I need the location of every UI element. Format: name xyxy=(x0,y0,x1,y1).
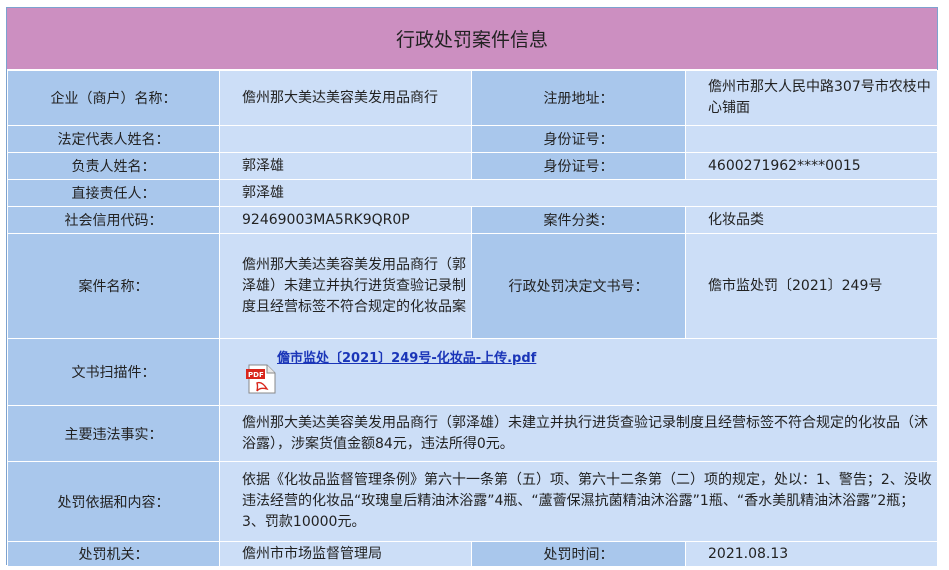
direct-responsible-label: 直接责任人： xyxy=(7,179,220,207)
decision-number-value: 儋市监处罚〔2021〕249号 xyxy=(685,233,938,339)
responsible-person-label: 负责人姓名： xyxy=(7,152,220,180)
pdf-file-icon[interactable]: PDF xyxy=(245,363,281,399)
table-row: 社会信用代码： 92469003MA5RK9QR0P 案件分类： 化妆品类 xyxy=(7,206,938,234)
decision-number-label: 行政处罚决定文书号： xyxy=(471,233,686,339)
table-row: 处罚机关： 儋州市市场监督管理局 处罚时间： 2021.08.13 xyxy=(7,541,938,567)
case-category-value: 化妆品类 xyxy=(685,206,938,234)
id-number-label: 身份证号： xyxy=(471,125,686,153)
page-title: 行政处罚案件信息 xyxy=(7,8,937,70)
table-row: 主要违法事实： 儋州那大美达美容美发用品商行（郭泽雄）未建立并执行进货查验记录制… xyxy=(7,405,938,462)
table-row: 文书扫描件： 儋市监处〔2021〕249号-化妆品-上传.pdf PDF xyxy=(7,338,938,406)
penalty-basis-value: 依据《化妆品监督管理条例》第六十一条第（五）项、第六十二条第（二）项的规定，处以… xyxy=(219,461,938,542)
table-row: 负责人姓名： 郭泽雄 身份证号： 4600271962****0015 xyxy=(7,152,938,180)
legal-rep-label: 法定代表人姓名： xyxy=(7,125,220,153)
penalty-authority-value: 儋州市市场监督管理局 xyxy=(219,541,472,567)
penalty-basis-label: 处罚依据和内容： xyxy=(7,461,220,542)
case-name-value: 儋州那大美达美容美发用品商行（郭泽雄）未建立并执行进货查验记录制度且经营标签不符… xyxy=(219,233,472,339)
case-name-label: 案件名称： xyxy=(7,233,220,339)
table-row: 案件名称： 儋州那大美达美容美发用品商行（郭泽雄）未建立并执行进货查验记录制度且… xyxy=(7,233,938,339)
case-info-table: 企业（商户）名称： 儋州那大美达美容美发用品商行 注册地址： 儋州市那大人民中路… xyxy=(7,70,938,567)
penalty-date-value: 2021.08.13 xyxy=(685,541,938,567)
address-value: 儋州市那大人民中路307号市农枝中心铺面 xyxy=(685,70,938,126)
document-scan-label: 文书扫描件： xyxy=(7,338,220,406)
credit-code-label: 社会信用代码： xyxy=(7,206,220,234)
penalty-authority-label: 处罚机关： xyxy=(7,541,220,567)
violation-facts-label: 主要违法事实： xyxy=(7,405,220,462)
table-row: 直接责任人： 郭泽雄 xyxy=(7,179,938,207)
table-row: 企业（商户）名称： 儋州那大美达美容美发用品商行 注册地址： 儋州市那大人民中路… xyxy=(7,70,938,126)
address-label: 注册地址： xyxy=(471,70,686,126)
case-category-label: 案件分类： xyxy=(471,206,686,234)
responsible-id-value: 4600271962****0015 xyxy=(685,152,938,180)
violation-facts-value: 儋州那大美达美容美发用品商行（郭泽雄）未建立并执行进货查验记录制度且经营标签不符… xyxy=(219,405,938,462)
responsible-person-value: 郭泽雄 xyxy=(219,152,472,180)
table-row: 处罚依据和内容： 依据《化妆品监督管理条例》第六十一条第（五）项、第六十二条第（… xyxy=(7,461,938,542)
company-name-label: 企业（商户）名称： xyxy=(7,70,220,126)
id-number-value xyxy=(685,125,938,153)
responsible-id-label: 身份证号： xyxy=(471,152,686,180)
svg-text:PDF: PDF xyxy=(248,371,264,379)
case-info-panel: 行政处罚案件信息 企业（商户）名称： 儋州那大美达美容美发用品商行 注册地址： … xyxy=(6,7,938,567)
pdf-document-link[interactable]: 儋市监处〔2021〕249号-化妆品-上传.pdf xyxy=(277,347,536,366)
company-name-value: 儋州那大美达美容美发用品商行 xyxy=(219,70,472,126)
direct-responsible-value: 郭泽雄 xyxy=(219,179,938,207)
table-row: 法定代表人姓名： 身份证号： xyxy=(7,125,938,153)
legal-rep-value xyxy=(219,125,472,153)
penalty-date-label: 处罚时间： xyxy=(471,541,686,567)
credit-code-value: 92469003MA5RK9QR0P xyxy=(219,206,472,234)
